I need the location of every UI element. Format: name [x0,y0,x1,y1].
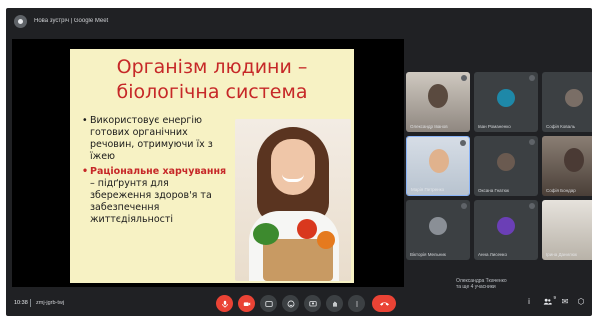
camera-off-icon[interactable] [238,295,255,312]
participant-avatar [497,217,515,235]
meeting-code: zmj-jgrb-twj [36,300,65,306]
meeting-title: Нова зустріч | Google Meet [34,18,109,24]
participant-tile[interactable]: Вікторія Мельник [406,200,470,260]
participant-name: Іван Романенко [478,124,511,129]
participant-name: Вікторія Мельник [410,252,446,257]
slide-title: Організм людини – біологічна система [70,55,354,105]
participant-name: Олександр Іванов [410,124,448,129]
chat-glyph: ✉ [561,297,569,306]
mic-off-icon [529,203,535,209]
participant-name: Оксана Гнатюк [478,188,509,193]
mic-off-icon [529,75,535,81]
mic-off-icon [461,203,467,209]
info-glyph: i [528,297,530,306]
participant-tile[interactable]: Іван Романенко [474,72,538,132]
people-icon[interactable]: 9 [542,295,556,307]
meeting-details-icon[interactable] [14,14,27,28]
participant-face [428,84,448,108]
more-icon[interactable] [348,295,365,312]
slide-bullet-rest: – підґрунтя для збереження здоров'я та з… [90,178,212,225]
end-call-icon[interactable] [372,295,396,312]
present-icon[interactable] [304,295,321,312]
participant-tile[interactable]: Оксана Гнатюк [474,136,538,196]
chat-icon[interactable]: ✉ [560,297,570,307]
activities-icon[interactable]: ⬡ [576,297,586,307]
participant-avatar [497,153,515,171]
participant-name: Софія Бондар [546,188,576,193]
participant-tile[interactable]: Ірина Данилюк [542,200,592,260]
participant-face [564,148,584,172]
participant-name: Ірина Данилюк [546,252,578,257]
hand-icon[interactable] [326,295,343,312]
info-icon[interactable]: i [524,297,534,307]
photo-pepper [317,231,335,249]
participant-tile[interactable]: Марія Петренко [406,136,470,196]
photo-face [271,139,315,195]
slide-bullets: Використовує енергію готових органічних … [82,115,232,229]
participant-tile[interactable]: Анна Лисенко [474,200,538,260]
people-count-badge: 9 [553,295,556,300]
slide-bullet: Раціональне харчування – підґрунтя для з… [82,166,232,226]
camera-glyph [243,301,250,306]
participant-face [429,149,449,173]
slide-title-line-1: Організм людини – [116,56,308,78]
presented-slide: Організм людини – біологічна система Вик… [70,49,354,283]
present-glyph [308,300,317,306]
participant-tile[interactable]: Софія Коваль [542,72,592,132]
slide-bullet: Використовує енергію готових органічних … [82,115,232,163]
mic-off-icon [529,139,535,145]
photo-greens [253,223,279,245]
end-call-glyph [379,302,389,306]
more-glyph [355,300,358,307]
participant-video [542,200,592,260]
cc-glyph [264,300,273,307]
people-glyph [543,298,552,305]
participant-name: Анна Лисенко [478,252,507,257]
participant-name: Марія Петренко [411,187,445,192]
slide-bullet-highlight: Раціональне харчування [90,166,227,177]
photo-tomato [297,219,317,239]
participant-avatar [497,89,515,107]
bottom-bar: 10:38 zmj-jgrb-twj i 9 ✉ ⬡ [6,290,592,316]
mic-glyph [221,300,228,308]
cc-icon[interactable] [260,295,277,312]
emoji-glyph [287,300,294,307]
participant-tile[interactable]: Софія Бондар [542,136,592,196]
mic-off-icon[interactable] [216,295,233,312]
hand-glyph [332,301,337,307]
participant-avatar [429,217,447,235]
meet-window: Нова зустріч | Google Meet Організм люди… [6,8,592,316]
participant-name: Софія Коваль [546,124,576,129]
participant-tile[interactable]: Олександр Іванов [406,72,470,132]
emoji-icon[interactable] [282,295,299,312]
woman-with-vegetables-photo [235,119,351,281]
activities-glyph: ⬡ [577,297,585,306]
clock-time: 10:38 [14,300,28,306]
mic-off-icon [461,75,467,81]
slide-title-line-2: біологічна система [116,81,308,103]
participant-avatar [565,89,583,107]
top-bar: Нова зустріч | Google Meet [6,8,592,34]
other-participants[interactable]: Олександра Ткаченко та ще 4 учасники [456,278,576,290]
mic-off-icon [460,140,466,146]
presentation-stage[interactable]: Організм людини – біологічна система Вик… [12,39,404,287]
divider [30,299,31,307]
